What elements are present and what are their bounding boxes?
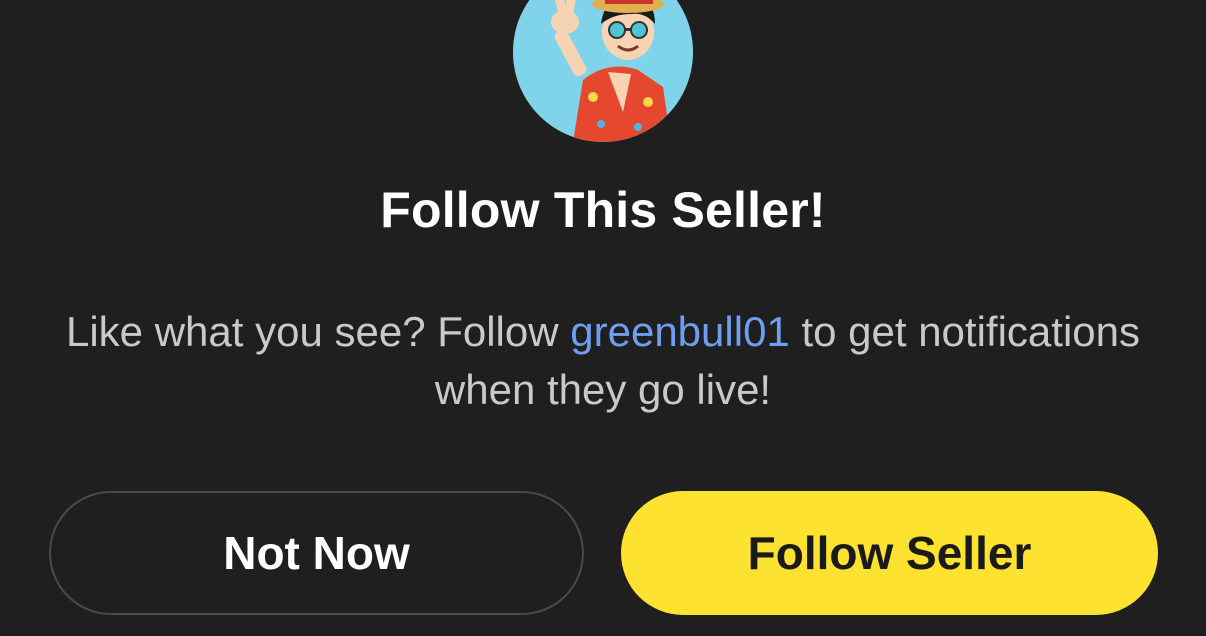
not-now-button-label: Not Now bbox=[223, 527, 410, 579]
seller-avatar-image bbox=[513, 0, 693, 142]
dialog-message: Like what you see? Follow greenbull01 to… bbox=[60, 303, 1146, 419]
follow-seller-button-label: Follow Seller bbox=[747, 527, 1032, 579]
seller-avatar bbox=[513, 0, 693, 142]
follow-seller-button[interactable]: Follow Seller bbox=[621, 491, 1158, 615]
seller-username-link[interactable]: greenbull01 bbox=[570, 308, 790, 355]
not-now-button[interactable]: Not Now bbox=[49, 491, 584, 615]
message-text-before: Like what you see? Follow bbox=[65, 308, 571, 355]
follow-seller-dialog: Follow This Seller! Like what you see? F… bbox=[0, 0, 1206, 636]
dialog-title: Follow This Seller! bbox=[380, 182, 826, 238]
